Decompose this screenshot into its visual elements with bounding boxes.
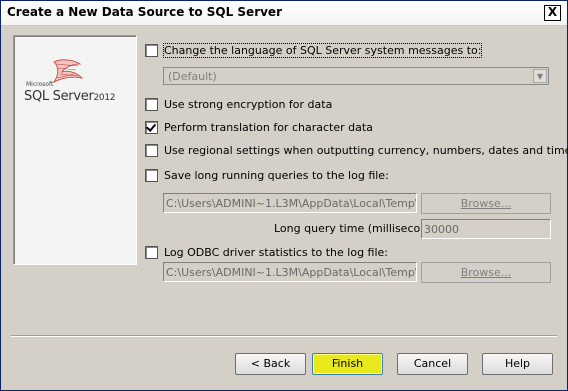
dialog-window: Create a New Data Source to SQL Server X… (0, 0, 568, 391)
regional-settings-checkbox[interactable] (145, 144, 158, 157)
sql-server-logo-panel: Microsoft SQL Server2012 (13, 35, 137, 265)
odbc-stats-browse-label: Browse... (460, 266, 512, 279)
divider (11, 335, 557, 337)
change-language-option[interactable]: Change the language of SQL Server system… (145, 43, 483, 58)
long-query-time-field: 30000 (421, 219, 551, 239)
strong-encryption-option[interactable]: Use strong encryption for data (145, 98, 332, 111)
regional-settings-option[interactable]: Use regional settings when outputting cu… (145, 144, 568, 157)
strong-encryption-checkbox[interactable] (145, 98, 158, 111)
long-queries-path-field: C:\Users\ADMINI~1.L3M\AppData\Local\Temp… (163, 193, 417, 213)
sql-server-logo-icon (52, 59, 84, 84)
long-queries-browse-label: Browse... (460, 197, 512, 210)
strong-encryption-label: Use strong encryption for data (164, 98, 333, 111)
regional-settings-label: Use regional settings when outputting cu… (164, 144, 568, 157)
translate-chars-checkbox[interactable] (145, 121, 158, 134)
title-bar[interactable]: Create a New Data Source to SQL Server X (1, 1, 567, 26)
logo-product-name: SQL Server (24, 89, 94, 104)
back-button[interactable]: < Back (235, 353, 306, 375)
odbc-stats-browse-button: Browse... (421, 262, 551, 283)
odbc-stats-checkbox[interactable] (145, 246, 158, 259)
logo-company: Microsoft (26, 81, 54, 88)
long-queries-browse-button: Browse... (421, 193, 551, 214)
long-queries-label: Save long running queries to the log fil… (164, 169, 389, 182)
help-button[interactable]: Help (482, 353, 553, 375)
dialog-body: Microsoft SQL Server2012 Change the lang… (1, 26, 568, 390)
close-button[interactable]: X (544, 5, 561, 21)
odbc-stats-label: Log ODBC driver statistics to the log fi… (164, 246, 389, 259)
translate-chars-label: Perform translation for character data (164, 121, 373, 134)
chevron-down-icon: ▼ (533, 69, 547, 83)
language-select-value: (Default) (168, 70, 217, 83)
translate-chars-option[interactable]: Perform translation for character data (145, 121, 373, 134)
language-select: (Default) ▼ (163, 67, 549, 85)
window-title: Create a New Data Source to SQL Server (7, 5, 282, 19)
change-language-label: Change the language of SQL Server system… (162, 43, 483, 58)
logo-year: 2012 (93, 93, 116, 103)
odbc-stats-option[interactable]: Log ODBC driver statistics to the log fi… (145, 246, 388, 259)
change-language-checkbox[interactable] (145, 44, 158, 57)
logo-product: SQL Server2012 (24, 89, 116, 104)
cancel-button[interactable]: Cancel (397, 353, 468, 375)
long-queries-checkbox[interactable] (145, 169, 158, 182)
finish-button[interactable]: Finish (312, 353, 383, 375)
odbc-stats-path-field: C:\Users\ADMINI~1.L3M\AppData\Local\Temp… (163, 262, 417, 282)
long-queries-option[interactable]: Save long running queries to the log fil… (145, 169, 389, 182)
